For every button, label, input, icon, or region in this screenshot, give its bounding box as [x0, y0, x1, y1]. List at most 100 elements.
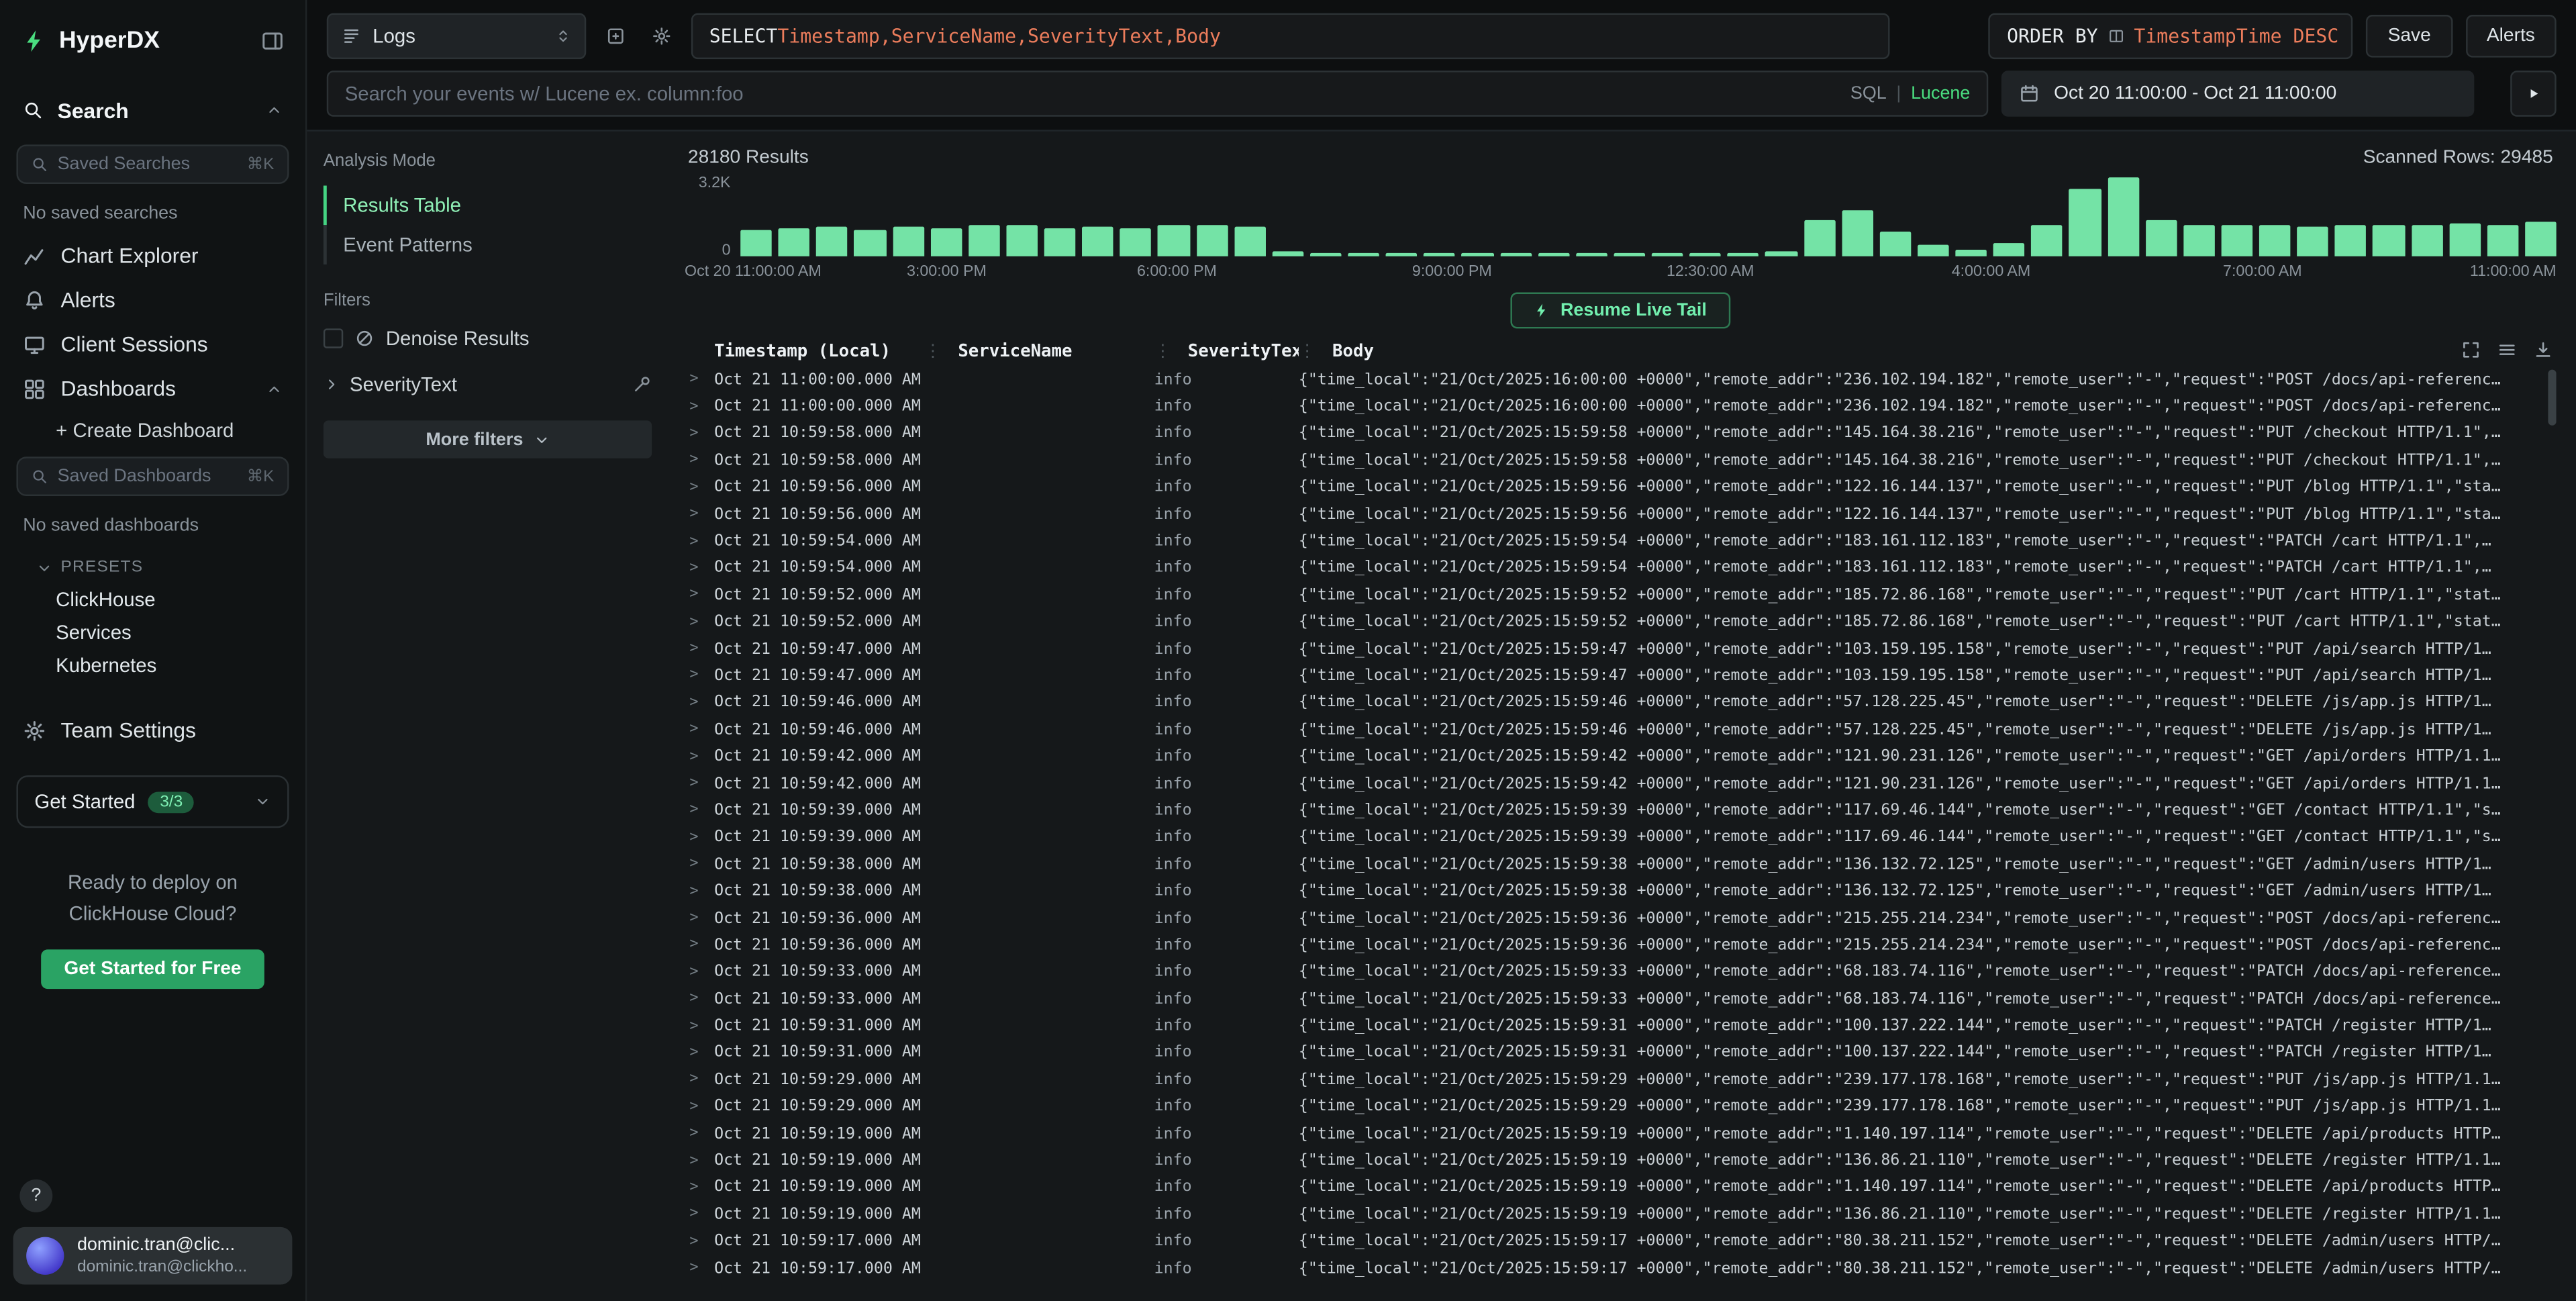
- event-search-input[interactable]: Search your events w/ Lucene ex. column:…: [327, 70, 1989, 117]
- table-row[interactable]: >Oct 21 10:59:52.000 AMinfo{"time_local"…: [685, 582, 2557, 609]
- table-row[interactable]: >Oct 21 10:59:38.000 AMinfo{"time_local"…: [685, 851, 2557, 878]
- sidebar-item-alerts[interactable]: Alerts: [0, 278, 305, 322]
- table-row[interactable]: >Oct 21 10:59:47.000 AMinfo{"time_local"…: [685, 636, 2557, 663]
- table-row[interactable]: >Oct 21 10:59:19.000 AMinfo{"time_local"…: [685, 1147, 2557, 1174]
- save-button[interactable]: Save: [2367, 15, 2453, 58]
- order-by-input[interactable]: ORDER BY TimestampTime DESC: [1989, 13, 2353, 60]
- row-expand-icon[interactable]: >: [685, 802, 714, 818]
- sidebar-item-chart-explorer[interactable]: Chart Explorer: [0, 233, 305, 277]
- sidebar-item-client-sessions[interactable]: Client Sessions: [0, 322, 305, 367]
- table-row[interactable]: >Oct 21 10:59:56.000 AMinfo{"time_local"…: [685, 474, 2557, 501]
- more-filters-button[interactable]: More filters: [324, 420, 652, 458]
- row-expand-icon[interactable]: >: [685, 479, 714, 495]
- table-row[interactable]: >Oct 21 10:59:19.000 AMinfo{"time_local"…: [685, 1201, 2557, 1228]
- get-started-dropdown[interactable]: Get Started 3/3: [16, 775, 289, 828]
- table-row[interactable]: >Oct 21 10:59:54.000 AMinfo{"time_local"…: [685, 555, 2557, 581]
- row-expand-icon[interactable]: >: [685, 426, 714, 442]
- row-expand-icon[interactable]: >: [685, 533, 714, 549]
- row-expand-icon[interactable]: >: [685, 775, 714, 791]
- row-expand-icon[interactable]: >: [685, 695, 714, 711]
- source-settings-icon[interactable]: [645, 13, 678, 60]
- run-query-button[interactable]: [2510, 70, 2556, 117]
- row-expand-icon[interactable]: >: [685, 506, 714, 522]
- table-row[interactable]: >Oct 21 10:59:29.000 AMinfo{"time_local"…: [685, 1066, 2557, 1093]
- alerts-button[interactable]: Alerts: [2465, 15, 2557, 58]
- download-icon[interactable]: [2533, 340, 2553, 360]
- sidebar-item-team-settings[interactable]: Team Settings: [0, 708, 305, 753]
- table-row[interactable]: >Oct 21 10:59:36.000 AMinfo{"time_local"…: [685, 932, 2557, 959]
- table-row[interactable]: >Oct 21 10:59:39.000 AMinfo{"time_local"…: [685, 824, 2557, 851]
- row-expand-icon[interactable]: >: [685, 1206, 714, 1222]
- row-expand-icon[interactable]: >: [685, 829, 714, 845]
- row-expand-icon[interactable]: >: [685, 910, 714, 926]
- row-expand-icon[interactable]: >: [685, 371, 714, 387]
- row-expand-icon[interactable]: >: [685, 1179, 714, 1196]
- sidebar-item-search[interactable]: Search: [0, 82, 305, 138]
- column-header-servicename[interactable]: ServiceName: [924, 342, 1154, 361]
- chevron-up-icon[interactable]: [266, 102, 282, 118]
- row-expand-icon[interactable]: >: [685, 452, 714, 469]
- expand-table-icon[interactable]: [2461, 340, 2481, 360]
- table-row[interactable]: >Oct 21 10:59:42.000 AMinfo{"time_local"…: [685, 770, 2557, 797]
- chevron-up-icon[interactable]: [266, 380, 282, 396]
- row-expand-icon[interactable]: >: [685, 399, 714, 415]
- table-row[interactable]: >Oct 21 10:59:38.000 AMinfo{"time_local"…: [685, 878, 2557, 905]
- table-row[interactable]: >Oct 21 10:59:42.000 AMinfo{"time_local"…: [685, 743, 2557, 770]
- sidebar-item-services[interactable]: Services: [0, 616, 305, 649]
- row-expand-icon[interactable]: >: [685, 1071, 714, 1088]
- row-expand-icon[interactable]: >: [685, 1125, 714, 1141]
- table-row[interactable]: >Oct 21 10:59:46.000 AMinfo{"time_local"…: [685, 716, 2557, 743]
- user-menu[interactable]: dominic.tran@clic... dominic.tran@clickh…: [13, 1227, 293, 1284]
- row-expand-icon[interactable]: >: [685, 614, 714, 630]
- denoise-results-toggle[interactable]: Denoise Results: [324, 327, 652, 350]
- row-expand-icon[interactable]: >: [685, 587, 714, 603]
- get-started-free-button[interactable]: Get Started for Free: [41, 950, 264, 990]
- severity-filter-group[interactable]: SeverityText: [324, 373, 652, 395]
- pin-icon[interactable]: [632, 375, 652, 394]
- row-expand-icon[interactable]: >: [685, 668, 714, 684]
- row-expand-icon[interactable]: >: [685, 641, 714, 657]
- create-dashboard-button[interactable]: + Create Dashboard: [0, 411, 305, 450]
- table-row[interactable]: >Oct 21 10:59:19.000 AMinfo{"time_local"…: [685, 1120, 2557, 1147]
- sidebar-item-clickhouse[interactable]: ClickHouse: [0, 583, 305, 616]
- mode-results-table[interactable]: Results Table: [324, 186, 652, 226]
- table-row[interactable]: >Oct 21 10:59:31.000 AMinfo{"time_local"…: [685, 1039, 2557, 1066]
- row-expand-icon[interactable]: >: [685, 1045, 714, 1061]
- table-row[interactable]: >Oct 21 10:59:29.000 AMinfo{"time_local"…: [685, 1094, 2557, 1120]
- row-expand-icon[interactable]: >: [685, 991, 714, 1007]
- table-row[interactable]: >Oct 21 10:59:39.000 AMinfo{"time_local"…: [685, 797, 2557, 824]
- language-sql-option[interactable]: SQL: [1850, 84, 1887, 103]
- sidebar-item-dashboards[interactable]: Dashboards: [0, 367, 305, 411]
- source-select[interactable]: Logs: [327, 13, 586, 60]
- table-row[interactable]: >Oct 21 11:00:00.000 AMinfo{"time_local"…: [685, 393, 2557, 420]
- table-row[interactable]: >Oct 21 10:59:33.000 AMinfo{"time_local"…: [685, 959, 2557, 985]
- language-lucene-option[interactable]: Lucene: [1911, 84, 1970, 103]
- table-row[interactable]: >Oct 21 10:59:54.000 AMinfo{"time_local"…: [685, 528, 2557, 555]
- table-row[interactable]: >Oct 21 10:59:17.000 AMinfo{"time_local"…: [685, 1228, 2557, 1255]
- saved-searches-input[interactable]: Saved Searches ⌘K: [16, 144, 289, 184]
- table-row[interactable]: >Oct 21 10:59:58.000 AMinfo{"time_local"…: [685, 420, 2557, 447]
- table-row[interactable]: >Oct 21 10:59:47.000 AMinfo{"time_local"…: [685, 663, 2557, 689]
- row-expand-icon[interactable]: >: [685, 856, 714, 872]
- table-row[interactable]: >Oct 21 10:59:33.000 AMinfo{"time_local"…: [685, 985, 2557, 1012]
- sidebar-collapse-icon[interactable]: [261, 30, 284, 52]
- row-expand-icon[interactable]: >: [685, 1260, 714, 1276]
- table-row[interactable]: >Oct 21 10:59:31.000 AMinfo{"time_local"…: [685, 1012, 2557, 1039]
- presets-toggle[interactable]: PRESETS: [0, 545, 305, 583]
- row-settings-icon[interactable]: [2497, 340, 2517, 360]
- table-row[interactable]: >Oct 21 10:59:17.000 AMinfo{"time_local"…: [685, 1255, 2557, 1282]
- row-expand-icon[interactable]: >: [685, 722, 714, 738]
- resume-live-tail-button[interactable]: Resume Live Tail: [1512, 293, 1730, 329]
- table-scrollbar[interactable]: [2548, 370, 2556, 426]
- row-expand-icon[interactable]: >: [685, 560, 714, 576]
- row-expand-icon[interactable]: >: [685, 749, 714, 765]
- denoise-checkbox[interactable]: [324, 328, 343, 348]
- row-expand-icon[interactable]: >: [685, 1153, 714, 1169]
- column-header-body[interactable]: Body: [1299, 342, 2557, 361]
- column-header-timestamp[interactable]: Timestamp (Local): [714, 342, 924, 361]
- table-row[interactable]: >Oct 21 10:59:19.000 AMinfo{"time_local"…: [685, 1174, 2557, 1201]
- row-expand-icon[interactable]: >: [685, 937, 714, 953]
- sidebar-item-kubernetes[interactable]: Kubernetes: [0, 649, 305, 682]
- table-row[interactable]: >Oct 21 10:59:58.000 AMinfo{"time_local"…: [685, 447, 2557, 474]
- source-expand-icon[interactable]: [599, 13, 632, 60]
